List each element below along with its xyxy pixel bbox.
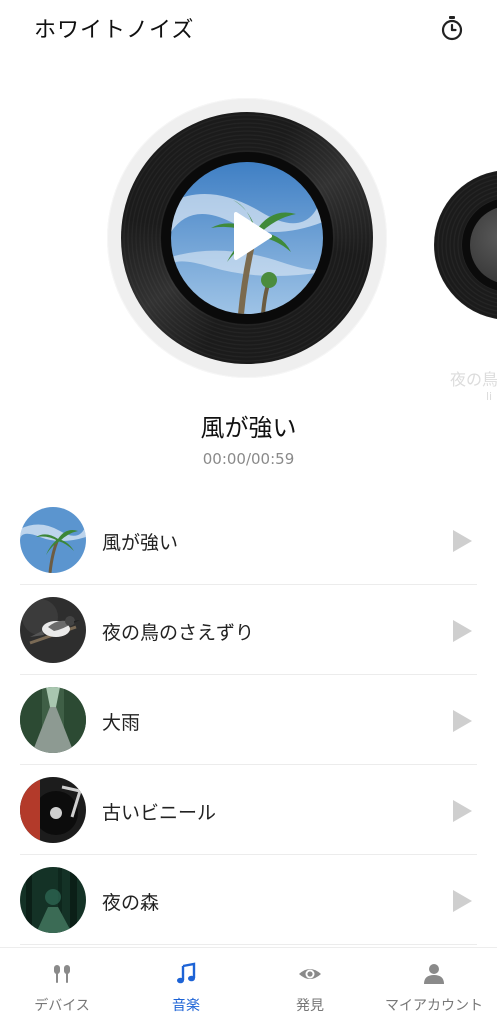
- track-name: 風が強い: [102, 532, 179, 554]
- music-note-icon: [174, 962, 198, 986]
- track-thumb-vinyl-player: [20, 777, 86, 843]
- now-playing-time: 00:00/00:59: [202, 450, 295, 468]
- now-playing-title: 風が強い: [200, 414, 297, 442]
- nav-label: 音楽: [172, 998, 200, 1014]
- nav-item-account[interactable]: マイアカウント: [372, 948, 496, 1024]
- earbuds-icon: [50, 962, 74, 986]
- play-icon[interactable]: [450, 798, 474, 824]
- track-row[interactable]: 風が強い: [0, 495, 497, 585]
- header: ホワイトノイズ: [0, 0, 497, 60]
- track-list: 風が強い 夜の鳥のさえずり 大雨 古いビニール 夜の森: [0, 495, 497, 945]
- next-record-title: 夜の鳥: [450, 370, 497, 389]
- track-name: 夜の森: [102, 892, 160, 914]
- track-row[interactable]: 古いビニール: [0, 765, 497, 855]
- bottom-nav: デバイス 音楽 発見 マイアカウント: [0, 947, 497, 1024]
- play-icon[interactable]: [450, 528, 474, 554]
- person-icon: [422, 962, 446, 986]
- nav-label: マイアカウント: [385, 998, 483, 1014]
- next-record-subtitle: li: [486, 390, 493, 403]
- page-title: ホワイトノイズ: [34, 18, 195, 43]
- track-name: 古いビニール: [102, 802, 217, 824]
- track-row[interactable]: 大雨: [0, 675, 497, 765]
- nav-label: デバイス: [34, 998, 90, 1014]
- play-icon[interactable]: [450, 888, 474, 914]
- eye-icon: [298, 962, 322, 986]
- play-button-large[interactable]: [230, 210, 274, 262]
- track-thumb-night-forest: [20, 867, 86, 933]
- track-row[interactable]: 夜の鳥のさえずり: [0, 585, 497, 675]
- nav-item-devices[interactable]: デバイス: [0, 948, 124, 1024]
- track-thumb-forest-road: [20, 687, 86, 753]
- nav-label: 発見: [296, 998, 324, 1014]
- track-name: 大雨: [102, 712, 141, 734]
- play-icon[interactable]: [450, 708, 474, 734]
- next-record[interactable]: [434, 170, 497, 320]
- app: ホワイトノイズ 夜の鳥 li 風が強い 00:00/00:59 風が強い 夜の鳥…: [0, 0, 497, 1024]
- stopwatch-icon[interactable]: [438, 14, 466, 42]
- track-row[interactable]: 夜の森: [0, 855, 497, 945]
- current-record[interactable]: [107, 98, 387, 378]
- nav-item-discover[interactable]: 発見: [248, 948, 372, 1024]
- track-thumb-palm: [20, 507, 86, 573]
- play-icon[interactable]: [450, 618, 474, 644]
- track-thumb-bird: [20, 597, 86, 663]
- track-name: 夜の鳥のさえずり: [102, 622, 255, 644]
- record-carousel[interactable]: 夜の鳥 li: [0, 90, 497, 403]
- nav-item-music[interactable]: 音楽: [124, 948, 248, 1024]
